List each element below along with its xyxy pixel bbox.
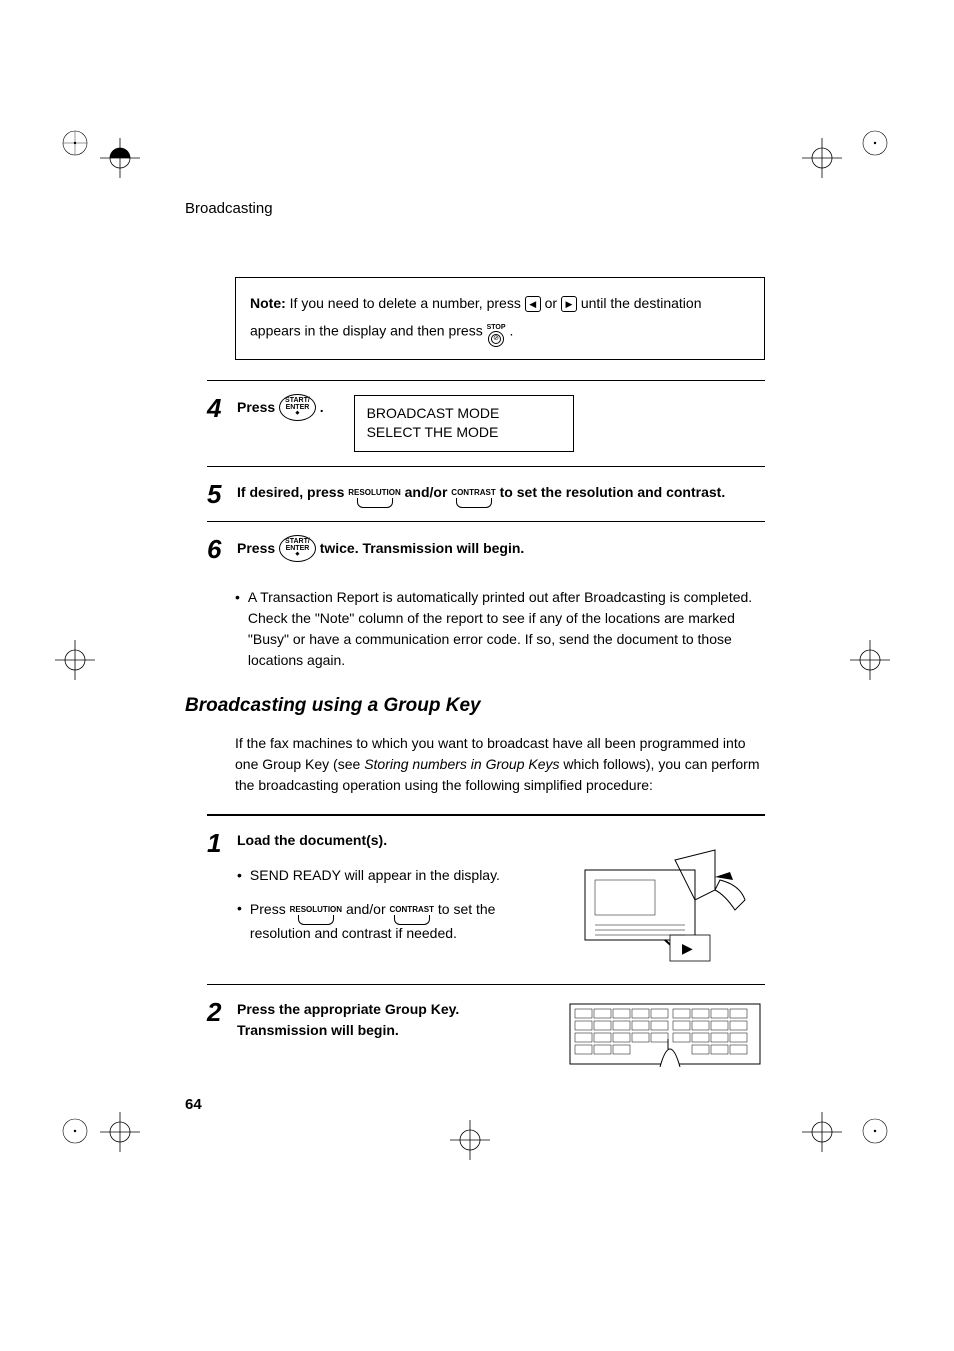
step-number: 6 xyxy=(207,536,237,563)
step-b2-title: Press the appropriate Group Key. Transmi… xyxy=(237,1001,459,1038)
bullet-text: A Transaction Report is automatically pr… xyxy=(248,587,765,671)
corner-mark xyxy=(862,130,888,156)
page-content: Broadcasting Note: If you need to delete… xyxy=(185,200,765,1083)
step-6: 6 Press START/ENTER twice. Transmission … xyxy=(207,521,765,577)
section-intro: If the fax machines to which you want to… xyxy=(235,733,765,796)
note-label: Note: xyxy=(250,295,286,311)
page-number: 64 xyxy=(185,1096,202,1113)
fax-machine-illustration: ▶ xyxy=(565,830,765,970)
contrast-key-icon: CONTRAST xyxy=(390,900,434,925)
registration-mark xyxy=(100,138,140,178)
step-5-text-a: If desired, press xyxy=(237,484,348,500)
registration-mark xyxy=(450,1120,490,1160)
note-or: or xyxy=(545,295,561,311)
step-b1-bullet2: Press RESOLUTION and/or CONTRAST to set … xyxy=(250,898,551,944)
note-text: If you need to delete a number, press xyxy=(286,295,525,311)
svg-text:▶: ▶ xyxy=(682,940,693,956)
resolution-key-icon: RESOLUTION xyxy=(348,483,400,508)
bullet-icon: • xyxy=(237,898,242,944)
section-heading: Broadcasting using a Group Key xyxy=(185,695,765,717)
step-5-text-b: to set the resolution and contrast. xyxy=(500,484,726,500)
left-arrow-icon: ◀ xyxy=(525,296,541,312)
start-enter-button-icon: START/ENTER xyxy=(279,394,316,421)
resolution-label: RESOLUTION xyxy=(348,488,400,497)
step-4-text: Press xyxy=(237,399,279,415)
step-4: 4 Press START/ENTER . BROADCAST MODE SEL… xyxy=(207,380,765,466)
intro-em: Storing numbers in Group Keys xyxy=(364,756,559,772)
note-period: . xyxy=(509,322,513,338)
bullet-icon: • xyxy=(237,865,242,886)
keypad-illustration xyxy=(565,999,765,1069)
registration-mark xyxy=(802,1112,842,1152)
note-box: Note: If you need to delete a number, pr… xyxy=(235,277,765,360)
step-b1-bullet1: SEND READY will appear in the display. xyxy=(250,865,500,886)
start-enter-button-icon: START/ENTER xyxy=(279,535,316,562)
registration-mark xyxy=(850,640,890,680)
running-header: Broadcasting xyxy=(185,200,765,217)
bullet-icon: • xyxy=(235,587,240,671)
right-arrow-icon: ▶ xyxy=(561,296,577,312)
registration-mark xyxy=(802,138,842,178)
step-number: 1 xyxy=(207,830,237,970)
stop-label: STOP xyxy=(487,324,506,331)
resolution-key-icon: RESOLUTION xyxy=(290,900,342,925)
contrast-label: CONTRAST xyxy=(451,488,495,497)
step-b1-title: Load the document(s). xyxy=(237,832,387,848)
step-5: 5 If desired, press RESOLUTION and/or CO… xyxy=(207,466,765,521)
stop-button-icon: STOP ⊘ xyxy=(487,317,506,347)
step-number: 5 xyxy=(207,481,237,507)
step-number: 2 xyxy=(207,999,237,1069)
mid: and/or xyxy=(346,901,390,917)
registration-mark xyxy=(100,1112,140,1152)
step-6-text-b: twice. Transmission will begin. xyxy=(320,540,525,556)
corner-mark xyxy=(862,1118,888,1144)
lcd-display: BROADCAST MODE SELECT THE MODE xyxy=(354,395,574,452)
step-number: 4 xyxy=(207,395,237,452)
step-6-text-a: Press xyxy=(237,540,279,556)
step-b2: 2 Press the appropriate Group Key. Trans… xyxy=(207,984,765,1083)
contrast-key-icon: CONTRAST xyxy=(451,483,495,508)
step-6-bullet: • A Transaction Report is automatically … xyxy=(235,587,765,671)
b2a: Press xyxy=(250,901,290,917)
step-b1: 1 Load the document(s). • SEND READY wil… xyxy=(207,814,765,984)
corner-mark xyxy=(62,130,88,156)
corner-mark xyxy=(62,1118,88,1144)
step-4-period: . xyxy=(320,399,324,415)
step-5-mid: and/or xyxy=(405,484,452,500)
contrast-label: CONTRAST xyxy=(390,905,434,914)
resolution-label: RESOLUTION xyxy=(290,905,342,914)
registration-mark xyxy=(55,640,95,680)
